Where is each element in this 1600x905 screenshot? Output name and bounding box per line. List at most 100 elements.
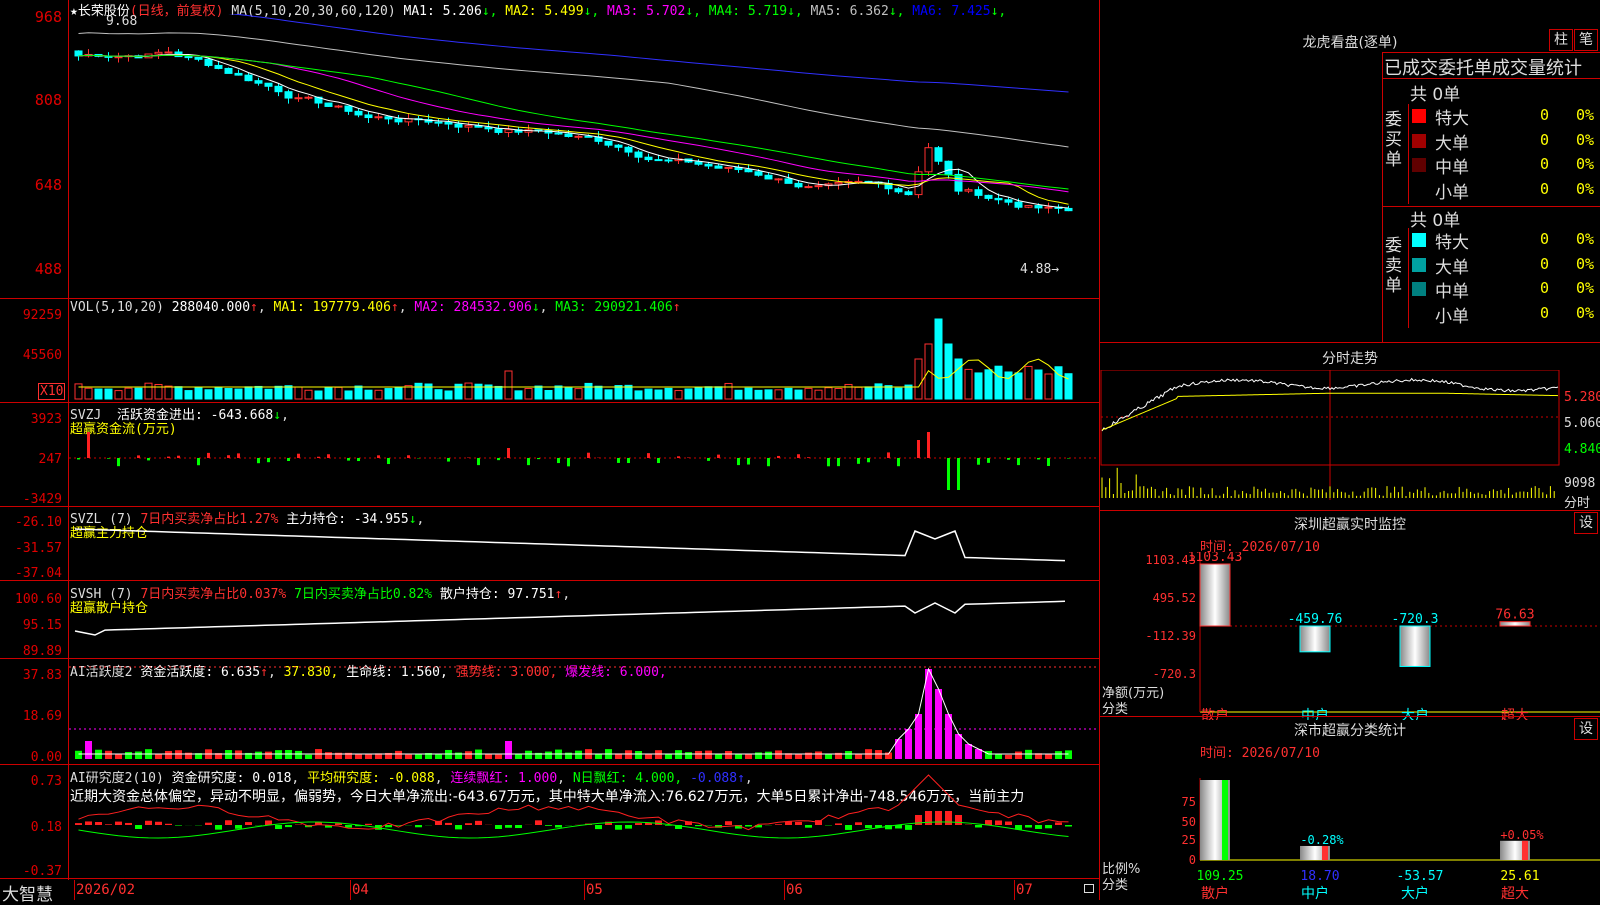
candle-body [285, 92, 292, 98]
research-bar [365, 824, 372, 825]
candle-body [575, 136, 582, 137]
research-bar [845, 825, 852, 830]
activity-bar [305, 755, 312, 759]
volume-bar [815, 390, 822, 399]
activity-bar [435, 755, 442, 759]
research-bar [125, 823, 132, 825]
retail-holding-chart[interactable] [69, 581, 1099, 658]
ma5-line [79, 54, 1069, 208]
research-bar [855, 822, 862, 825]
svzj-axis-label: 3923 [2, 412, 62, 427]
volume-bar [525, 389, 532, 399]
candle-body [1015, 202, 1022, 207]
candlestick-chart[interactable] [69, 14, 1099, 298]
intraday-chart[interactable] [1100, 370, 1600, 510]
activity-bar [1045, 754, 1052, 759]
volume-bar [835, 389, 842, 399]
activity-bar [775, 750, 782, 759]
intraday-title: 分时走势 [1290, 348, 1410, 368]
research-bar [115, 822, 122, 825]
ai-research-chart[interactable] [69, 765, 1099, 878]
ai-activity-chart[interactable] [69, 659, 1099, 764]
activity-bar [795, 754, 802, 759]
volume-bar [75, 384, 82, 399]
research-bar [1055, 822, 1062, 825]
buy-row-count: 0 [1540, 106, 1549, 124]
volume-bar [515, 391, 522, 399]
monitor-bar-chart[interactable]: 1103.43495.52-112.39-720.31103.43散户-459.… [1100, 552, 1600, 720]
research-bar [505, 825, 512, 828]
lock-icon[interactable] [1084, 884, 1094, 893]
activity-bar [845, 751, 852, 759]
research-bar [175, 825, 182, 826]
activity-bar [1015, 752, 1022, 759]
classify-bar-value: 18.70 [1300, 869, 1339, 884]
candle-body [195, 57, 202, 59]
buy-row-label: 特大 [1435, 104, 1469, 129]
activity-bar [925, 669, 932, 759]
activity-bar [125, 752, 132, 759]
volume-bar [985, 370, 992, 399]
classify-bar [1500, 841, 1530, 860]
flow-bar [267, 458, 270, 462]
divider [1382, 52, 1600, 53]
sell-row-swatch [1412, 258, 1426, 272]
main-holding-chart[interactable] [69, 507, 1099, 580]
research-bar [1065, 825, 1072, 826]
low-price-marker: 4.88→ [1020, 262, 1059, 277]
activity-bar [175, 750, 182, 759]
volume-bar [495, 386, 502, 399]
volume-bar [345, 391, 352, 399]
fund-flow-chart[interactable] [69, 403, 1099, 506]
activity-bar [765, 752, 772, 759]
monitor-bar [1200, 564, 1230, 626]
candle-body [925, 148, 932, 172]
research-bar [215, 825, 222, 830]
candle-body [775, 179, 782, 180]
flow-bar [777, 456, 780, 458]
volume-bar [545, 390, 552, 399]
activity-bar [225, 750, 232, 759]
flow-bar [707, 458, 710, 461]
research-bar [235, 825, 242, 829]
activity-bar [325, 752, 332, 759]
flow-bar [897, 458, 900, 466]
candle-body [245, 75, 252, 81]
sell-row-label: 小单 [1435, 302, 1469, 327]
flow-bar [317, 457, 320, 458]
candle-body [795, 183, 802, 186]
classify-bar [1200, 780, 1230, 860]
research-bar [495, 825, 502, 829]
retail-holding-line [75, 601, 1065, 635]
tick-mode-button[interactable]: 笔 [1574, 29, 1598, 51]
monitor-settings-button[interactable]: 设 [1574, 512, 1598, 534]
date-tick: 2026/02 [76, 882, 135, 898]
flow-bar [857, 458, 860, 464]
flow-bar [957, 458, 960, 490]
classify-bar-chart[interactable]: 7550250109.25散户-0.28%18.70中户-53.57大户+0.0… [1100, 758, 1600, 900]
flow-bar [117, 458, 120, 466]
ai-research-axis-label: -0.37 [2, 864, 62, 879]
research-bar [75, 823, 82, 825]
volume-chart[interactable] [69, 299, 1099, 402]
volume-bar [95, 389, 102, 399]
candle-body [295, 98, 302, 99]
volume-bar [395, 388, 402, 399]
research-bar [285, 825, 292, 827]
activity-bar [1005, 755, 1012, 759]
classify-settings-button[interactable]: 设 [1574, 718, 1598, 740]
main-chart-area[interactable]: ★长荣股份(日线，前复权) MA(5,10,20,30,60,120) MA1:… [0, 0, 1100, 900]
research-bar [1045, 825, 1052, 828]
candle-body [395, 119, 402, 122]
column-mode-button[interactable]: 柱 [1549, 29, 1573, 51]
volume-bar [765, 390, 772, 399]
vol-axis-label: 45560 [2, 348, 62, 363]
candle-body [645, 157, 652, 159]
volume-bar [1005, 372, 1012, 399]
sell-row-pct: 0% [1576, 255, 1594, 273]
candle-body [1035, 206, 1042, 208]
volume-bar [1025, 366, 1032, 399]
volume-bar [115, 391, 122, 399]
research-bar [835, 823, 842, 825]
flow-bar [87, 432, 90, 458]
